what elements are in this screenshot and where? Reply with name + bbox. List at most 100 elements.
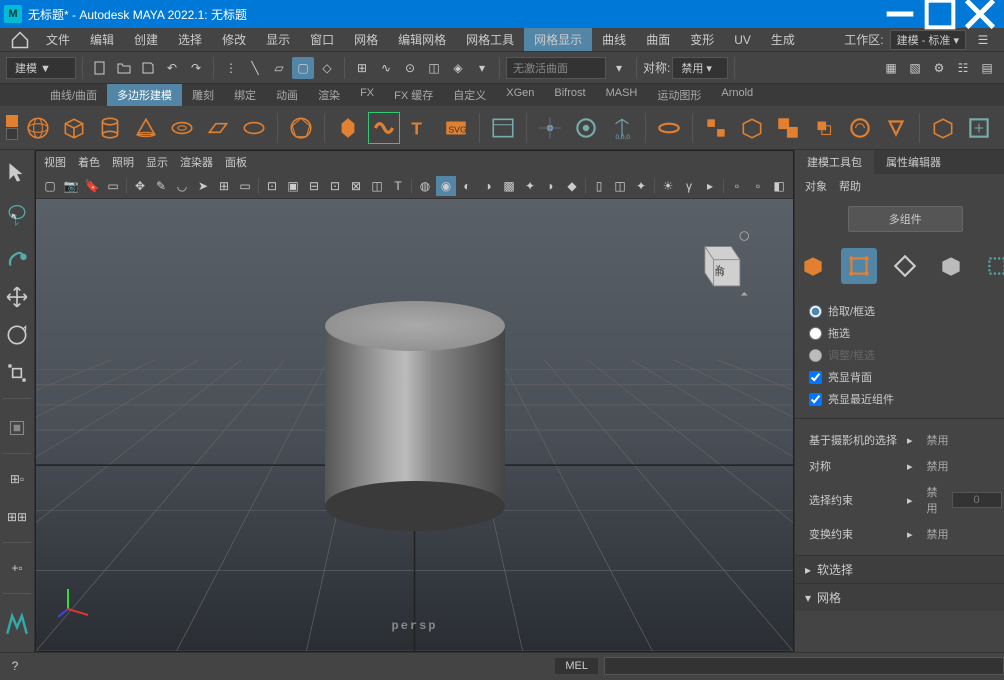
vp-isolate-icon[interactable]: ▯ bbox=[589, 176, 609, 196]
shelf-tab-motion[interactable]: 运动图形 bbox=[647, 84, 711, 106]
symmetry-dropdown[interactable]: 禁用 ▾ bbox=[672, 57, 728, 79]
command-input[interactable] bbox=[604, 657, 1004, 675]
cube-icon[interactable] bbox=[58, 112, 90, 144]
vp-grid-icon[interactable]: ⊞ bbox=[214, 176, 234, 196]
vp-select-camera-icon[interactable]: ▢ bbox=[40, 176, 60, 196]
vp-menu-shading[interactable]: 着色 bbox=[78, 154, 100, 170]
sweep-mesh-icon[interactable] bbox=[368, 112, 400, 144]
snap-grid-icon[interactable]: ⊞ bbox=[351, 57, 373, 79]
toolkit-object-link[interactable]: 对象 bbox=[805, 178, 827, 194]
vp-camera-attr-icon[interactable]: 📷 bbox=[61, 176, 81, 196]
vp-2d-pan-icon[interactable]: ✥ bbox=[130, 176, 150, 196]
vp-smooth-shade-icon[interactable]: ◉ bbox=[436, 176, 456, 196]
select-object-icon[interactable]: ▢ bbox=[292, 57, 314, 79]
platonic-icon[interactable] bbox=[285, 112, 317, 144]
live-surface-toggle-icon[interactable]: ▾ bbox=[608, 57, 630, 79]
maya-logo-icon[interactable] bbox=[0, 602, 34, 646]
row-camera-based-select[interactable]: 基于摄影机的选择▸ 禁用 bbox=[809, 427, 1002, 453]
vp-image-plane-icon[interactable]: ▭ bbox=[103, 176, 123, 196]
menu-create[interactable]: 创建 bbox=[124, 28, 168, 51]
shelf-tab-custom[interactable]: 自定义 bbox=[443, 84, 496, 106]
paint-select-tool-icon[interactable] bbox=[0, 242, 34, 276]
vp-menu-view[interactable]: 视图 bbox=[44, 154, 66, 170]
check-highlight-backfaces[interactable]: 亮显背面 bbox=[809, 366, 1002, 388]
move-tool-icon[interactable] bbox=[0, 280, 34, 314]
snap-live-icon[interactable]: ◈ bbox=[447, 57, 469, 79]
mirror-icon[interactable] bbox=[927, 112, 959, 144]
bevel-icon[interactable] bbox=[880, 112, 912, 144]
vp-menu-lighting[interactable]: 照明 bbox=[112, 154, 134, 170]
scale-tool-icon[interactable] bbox=[0, 356, 34, 390]
uv-mode-icon[interactable] bbox=[979, 248, 1004, 284]
tab-modeling-toolkit[interactable]: 建模工具包 bbox=[795, 150, 874, 174]
bridge-icon[interactable] bbox=[844, 112, 876, 144]
vp-gamma-icon[interactable]: γ bbox=[679, 176, 699, 196]
menu-curves[interactable]: 曲线 bbox=[592, 28, 636, 51]
toolkit-help-link[interactable]: 帮助 bbox=[839, 178, 861, 194]
vp-menu-renderer[interactable]: 渲染器 bbox=[180, 154, 213, 170]
select-uv-icon[interactable]: ◇ bbox=[316, 57, 338, 79]
open-scene-icon[interactable] bbox=[113, 57, 135, 79]
cylinder-icon[interactable] bbox=[94, 112, 126, 144]
more-tools-icon[interactable] bbox=[963, 112, 995, 144]
modeling-toolkit-icon[interactable]: ▤ bbox=[976, 57, 998, 79]
vp-object-display3-icon[interactable]: ◧ bbox=[769, 176, 789, 196]
vp-view-transform-icon[interactable]: ▸ bbox=[700, 176, 720, 196]
menu-mesh[interactable]: 网格 bbox=[344, 28, 388, 51]
vp-ghost-icon[interactable]: ◡ bbox=[172, 176, 192, 196]
viewcube[interactable]: 前 右 bbox=[683, 229, 753, 299]
help-icon[interactable]: ? bbox=[0, 659, 30, 673]
shelf-tab-fxcache[interactable]: FX 缓存 bbox=[384, 84, 443, 106]
svg-tool-icon[interactable]: SVG bbox=[440, 112, 472, 144]
save-scene-icon[interactable] bbox=[137, 57, 159, 79]
check-highlight-nearest[interactable]: 亮显最近组件 bbox=[809, 388, 1002, 410]
collapse-mesh[interactable]: ▾网格 bbox=[795, 583, 1004, 611]
vp-resolution-gate-icon[interactable]: ⊡ bbox=[262, 176, 282, 196]
vp-menu-panels[interactable]: 面板 bbox=[225, 154, 247, 170]
vp-gate-mask-icon[interactable]: ▣ bbox=[283, 176, 303, 196]
sphere-icon[interactable] bbox=[22, 112, 54, 144]
tab-attribute-editor[interactable]: 属性编辑器 bbox=[874, 150, 953, 174]
vp-wire-shade-icon[interactable]: ◍ bbox=[415, 176, 435, 196]
live-surface-field[interactable]: 无激活曲面 bbox=[506, 57, 606, 79]
menu-generate[interactable]: 生成 bbox=[761, 28, 805, 51]
tool-settings-icon[interactable]: ⚙ bbox=[928, 57, 950, 79]
vp-object-display2-icon[interactable]: ▫ bbox=[748, 176, 768, 196]
vp-shadows-icon[interactable]: ▩ bbox=[499, 176, 519, 196]
menu-edit[interactable]: 编辑 bbox=[80, 28, 124, 51]
snap-curve-icon[interactable]: ∿ bbox=[375, 57, 397, 79]
content-browser-icon[interactable] bbox=[487, 112, 519, 144]
menu-window[interactable]: 窗口 bbox=[300, 28, 344, 51]
vp-wireframe-icon[interactable]: ◫ bbox=[367, 176, 387, 196]
workspace-dropdown[interactable]: 建模 - 标准 ▾ bbox=[890, 30, 966, 50]
vp-safe-action-icon[interactable]: ⊡ bbox=[325, 176, 345, 196]
shelf-tab-render[interactable]: 渲染 bbox=[308, 84, 350, 106]
shelf-tab-arnold[interactable]: Arnold bbox=[711, 84, 763, 106]
shelf-opt-icon[interactable] bbox=[6, 115, 18, 127]
vp-safe-title-icon[interactable]: ⊠ bbox=[346, 176, 366, 196]
row-select-constraint[interactable]: 选择约束▸ 禁用 bbox=[809, 479, 1002, 521]
snap-together-icon[interactable]: 0,0,0 bbox=[606, 112, 638, 144]
poly-type-icon[interactable]: T bbox=[404, 112, 436, 144]
vp-ao-icon[interactable]: ✦ bbox=[520, 176, 540, 196]
shelf-tab-fx[interactable]: FX bbox=[350, 84, 384, 106]
workspace-menu-icon[interactable]: ☰ bbox=[972, 29, 994, 51]
vp-motion-blur-icon[interactable]: ◗ bbox=[541, 176, 561, 196]
torus-icon[interactable] bbox=[166, 112, 198, 144]
snap-toggle-icon[interactable]: ▾ bbox=[471, 57, 493, 79]
home-icon[interactable] bbox=[10, 30, 30, 50]
mode-selector[interactable]: 建模 ▼ bbox=[6, 57, 76, 79]
select-constraint-value-input[interactable] bbox=[952, 492, 1002, 508]
last-tool-icon[interactable] bbox=[0, 411, 34, 445]
face-mode-icon[interactable] bbox=[933, 248, 969, 284]
plane-icon[interactable] bbox=[202, 112, 234, 144]
custom-view-icon[interactable]: +▫ bbox=[0, 551, 34, 585]
vp-menu-show[interactable]: 显示 bbox=[146, 154, 168, 170]
vp-use-lights-icon[interactable]: ◑ bbox=[478, 176, 498, 196]
radio-pick-marquee[interactable]: 拾取/框选 bbox=[809, 300, 1002, 322]
menu-mesh-tools[interactable]: 网格工具 bbox=[456, 28, 524, 51]
menu-select[interactable]: 选择 bbox=[168, 28, 212, 51]
shelf-tab-mash[interactable]: MASH bbox=[596, 84, 648, 106]
disc-icon[interactable] bbox=[238, 112, 270, 144]
vp-field-chart-icon[interactable]: ⊟ bbox=[304, 176, 324, 196]
